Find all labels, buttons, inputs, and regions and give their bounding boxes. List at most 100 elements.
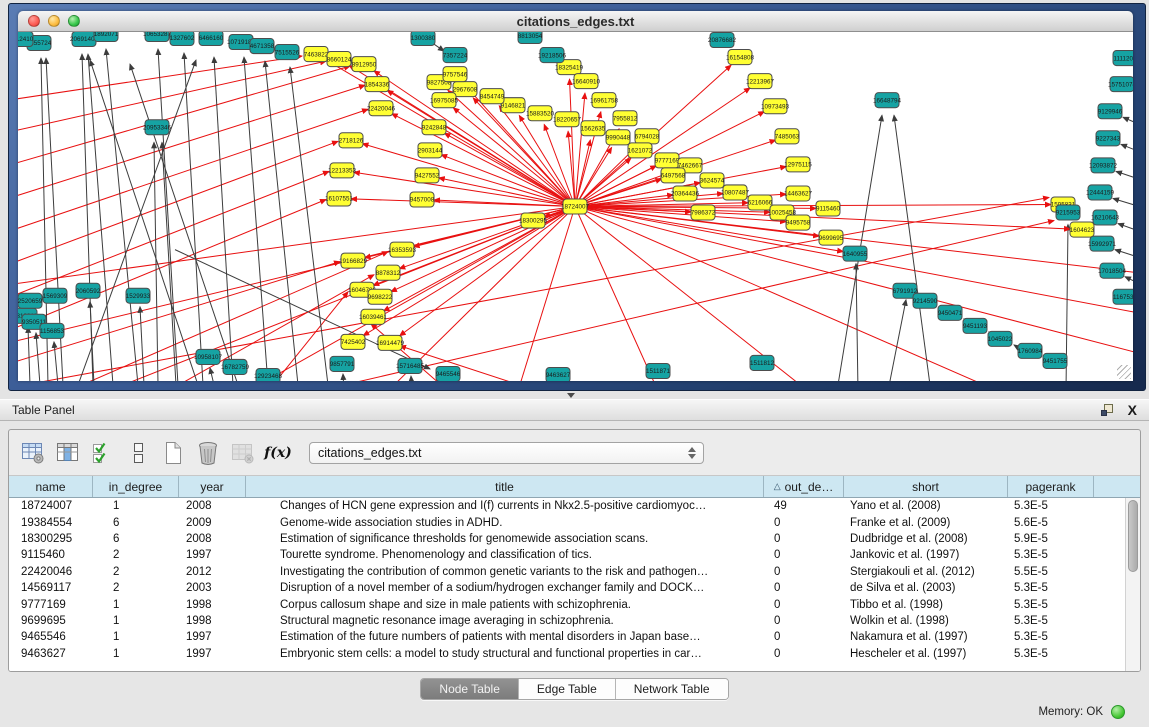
graph-node[interactable]: 15716485 (396, 358, 424, 373)
column-header-short[interactable]: short (844, 476, 1008, 497)
tab-edge-table[interactable]: Edge Table (519, 679, 616, 699)
graph-node[interactable]: 16975085 (430, 93, 458, 108)
graph-node[interactable]: 9698222 (368, 289, 393, 304)
graph-node[interactable]: 12093872 (1089, 158, 1117, 173)
graph-node[interactable]: 18724007 (561, 199, 589, 214)
graph-node[interactable]: 9242848 (422, 120, 447, 135)
graph-node[interactable]: 9214590 (913, 293, 938, 308)
column-header-in_degree[interactable]: in_degree (93, 476, 179, 497)
graph-node[interactable]: 3624574 (700, 173, 725, 188)
graph-node[interactable]: 1167539 (1113, 289, 1133, 304)
column-header-title[interactable]: title (246, 476, 764, 497)
graph-node[interactable]: 2520659 (18, 293, 43, 308)
table-row[interactable]: 946554611997Estimation of the future num… (9, 629, 1125, 645)
graph-node[interactable]: 16353593 (388, 242, 416, 257)
table-row[interactable]: 1456911722003Disruption of a novel membe… (9, 580, 1125, 596)
graph-node[interactable]: 16210643 (1091, 210, 1119, 225)
select-rows-button[interactable] (89, 439, 117, 467)
graph-node[interactable]: 8813054 (518, 32, 543, 44)
graph-node[interactable]: 16107551 (325, 191, 353, 206)
graph-node[interactable]: 9215953 (1056, 205, 1081, 220)
graph-node[interactable]: 1156853 (40, 323, 65, 338)
table-source-select[interactable]: citations_edges.txt (309, 442, 704, 464)
graph-node[interactable]: 9451193 (963, 318, 988, 333)
column-header-pagerank[interactable]: pagerank (1008, 476, 1094, 497)
graph-node[interactable]: 8660124 (327, 52, 352, 67)
graph-node[interactable]: 18220657 (553, 112, 581, 127)
graph-node[interactable]: 2967608 (453, 82, 478, 97)
graph-node[interactable]: 20364436 (671, 186, 699, 201)
graph-node[interactable]: 9463627 (546, 367, 571, 381)
tab-network-table[interactable]: Network Table (616, 679, 728, 699)
graph-node[interactable]: 19166829 (339, 253, 367, 268)
table-row[interactable]: 1938455462009Genome-wide association stu… (9, 514, 1125, 530)
graph-node[interactable]: 12213967 (746, 74, 774, 89)
graph-node[interactable]: 1892071 (94, 32, 119, 42)
graph-node[interactable]: 8454749 (480, 89, 505, 104)
graph-node[interactable]: 8912950 (352, 57, 377, 72)
graph-node[interactable]: 9129946 (1098, 104, 1123, 119)
network-canvas[interactable]: 1872400718325419166409101696175879558121… (18, 32, 1133, 381)
graph-node[interactable]: 14463627 (784, 186, 812, 201)
table-row[interactable]: 977716911998Corpus callosum shape and si… (9, 596, 1125, 612)
graph-node[interactable]: 6497568 (661, 168, 686, 183)
graph-node[interactable]: 20953346 (143, 120, 171, 135)
close-panel-icon[interactable]: X (1128, 403, 1137, 417)
graph-node[interactable]: 9465546 (436, 366, 461, 381)
network-window-titlebar[interactable]: citations_edges.txt (18, 11, 1133, 32)
graph-node[interactable]: 9757546 (443, 67, 468, 82)
graph-node[interactable]: 9777169 (655, 153, 680, 168)
graph-node[interactable]: 7955812 (613, 111, 638, 126)
graph-node[interactable]: 12975115 (784, 157, 812, 172)
graph-node[interactable]: 7357224 (443, 48, 468, 63)
graph-node[interactable]: 17018504 (1098, 263, 1126, 278)
column-header-name[interactable]: name (9, 476, 93, 497)
graph-node[interactable]: 9227343 (1096, 131, 1121, 146)
table-row[interactable]: 946362711997Embryonic stem cells: a mode… (9, 646, 1125, 662)
graph-node[interactable]: 9699695 (819, 230, 844, 245)
table-row[interactable]: 1830029562008Estimation of significance … (9, 531, 1125, 547)
graph-node[interactable]: 7515526 (275, 45, 300, 60)
graph-node[interactable]: 9450471 (938, 305, 963, 320)
graph-node[interactable]: 9427552 (415, 168, 440, 183)
graph-node[interactable]: 1562635 (581, 121, 606, 136)
graph-node[interactable]: 1640955 (843, 246, 868, 261)
delete-column-button[interactable] (194, 439, 222, 467)
graph-node[interactable]: 10653287 (143, 32, 171, 42)
graph-node[interactable]: 9495758 (786, 215, 811, 230)
graph-node[interactable]: 12444159 (1086, 185, 1114, 200)
graph-node[interactable]: 9146821 (501, 98, 526, 113)
table-row[interactable]: 911546021997Tourette syndrome. Phenomeno… (9, 547, 1125, 563)
graph-node[interactable]: 16640910 (572, 74, 600, 89)
graph-node[interactable]: 16648794 (873, 93, 901, 108)
graph-node[interactable]: 18300295 (519, 213, 547, 228)
graph-node[interactable]: 9451755 (1043, 353, 1068, 368)
graph-node[interactable]: 1511812 (750, 355, 775, 370)
graph-node[interactable]: 19218506 (538, 48, 566, 63)
column-header-year[interactable]: year (179, 476, 246, 497)
column-header-out_de[interactable]: △out_de… (764, 476, 844, 497)
function-builder-button[interactable]: f(x) (264, 439, 292, 467)
graph-node[interactable]: 1854336 (365, 77, 390, 92)
graph-node[interactable]: 1300380 (411, 32, 436, 46)
graph-node[interactable]: 1812410 (18, 32, 34, 47)
graph-node[interactable]: 7425402 (341, 334, 366, 349)
table-row[interactable]: 2242004622012Investigating the contribut… (9, 564, 1125, 580)
graph-node[interactable]: 12213353 (328, 163, 356, 178)
table-row[interactable]: 969969511998Structural magnetic resonanc… (9, 613, 1125, 629)
graph-node[interactable]: 1604623 (1070, 222, 1095, 237)
graph-node[interactable]: 6216066 (748, 195, 773, 210)
scrollbar-thumb[interactable] (1128, 500, 1138, 572)
float-panel-icon[interactable] (1100, 403, 1114, 417)
table-mode-button[interactable] (19, 439, 47, 467)
graph-node[interactable]: 10958107 (194, 349, 222, 364)
graph-node[interactable]: 10973493 (761, 99, 789, 114)
graph-node[interactable]: 16961758 (590, 93, 618, 108)
graph-node[interactable]: 9857791 (330, 356, 355, 371)
graph-node[interactable]: 2718126 (339, 133, 364, 148)
graph-node[interactable]: 2903144 (418, 143, 443, 158)
close-window-icon[interactable] (28, 15, 40, 27)
graph-node[interactable]: 1045022 (988, 331, 1013, 346)
vertical-scrollbar[interactable] (1125, 498, 1140, 671)
graph-node[interactable]: 7463822 (304, 47, 329, 62)
